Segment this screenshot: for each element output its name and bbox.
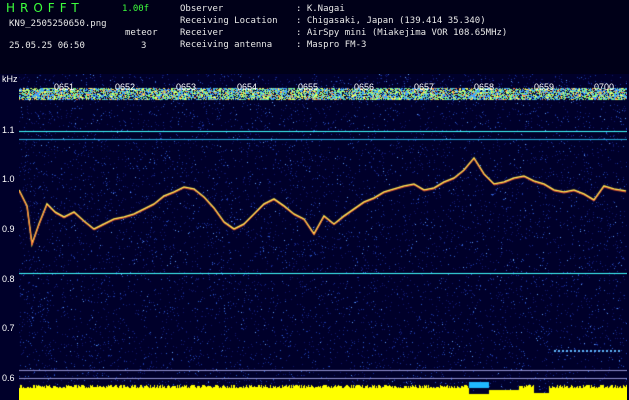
location-value: : Chigasaki, Japan (139.414 35.340) (296, 16, 486, 26)
x-tick-label: 0656 (354, 82, 375, 92)
y-tick-label: 0.6 (2, 373, 15, 383)
x-tick-label: 0659 (534, 82, 555, 92)
x-tick-label: 0653 (176, 82, 197, 92)
receiver-label: Receiver (180, 28, 224, 38)
y-tick-label: 0.8 (2, 274, 15, 284)
spectrogram-canvas (19, 74, 627, 400)
app-version: 1.00f (122, 4, 150, 14)
x-tick-label: 0652 (115, 82, 136, 92)
receiver-value: : AirSpy mini (Miakejima VOR 108.65MHz) (296, 28, 508, 38)
file-name: KN9_2505250650.png (9, 19, 107, 29)
datetime: 25.05.25 06:50 (9, 41, 85, 51)
x-tick-label: 0700 (594, 82, 615, 92)
x-tick-label: 0651 (54, 82, 75, 92)
x-tick-label: 0654 (237, 82, 258, 92)
x-tick-label: 0657 (414, 82, 435, 92)
meteor-count: 3 (141, 41, 147, 51)
y-tick-label: 0.7 (2, 323, 15, 333)
location-label: Receiving Location (180, 16, 278, 26)
spectrogram-window: HROFFT 1.00f KN9_2505250650.png meteor 3… (0, 0, 629, 400)
observer-label: Observer (180, 4, 224, 14)
app-name: HROFFT (6, 1, 84, 15)
y-tick-label: 1.0 (2, 174, 15, 184)
meteor-label: meteor (125, 28, 158, 38)
header-panel: HROFFT 1.00f KN9_2505250650.png meteor 3… (0, 0, 629, 74)
y-tick-label: 0.9 (2, 224, 15, 234)
y-unit-label: kHz (2, 74, 18, 84)
y-tick-label: 1.1 (2, 125, 15, 135)
antenna-value: : Maspro FM-3 (296, 40, 367, 50)
x-tick-label: 0655 (298, 82, 319, 92)
observer-value: : K.Nagai (296, 4, 345, 14)
antenna-label: Receiving antenna (180, 40, 273, 50)
x-tick-label: 0658 (474, 82, 495, 92)
